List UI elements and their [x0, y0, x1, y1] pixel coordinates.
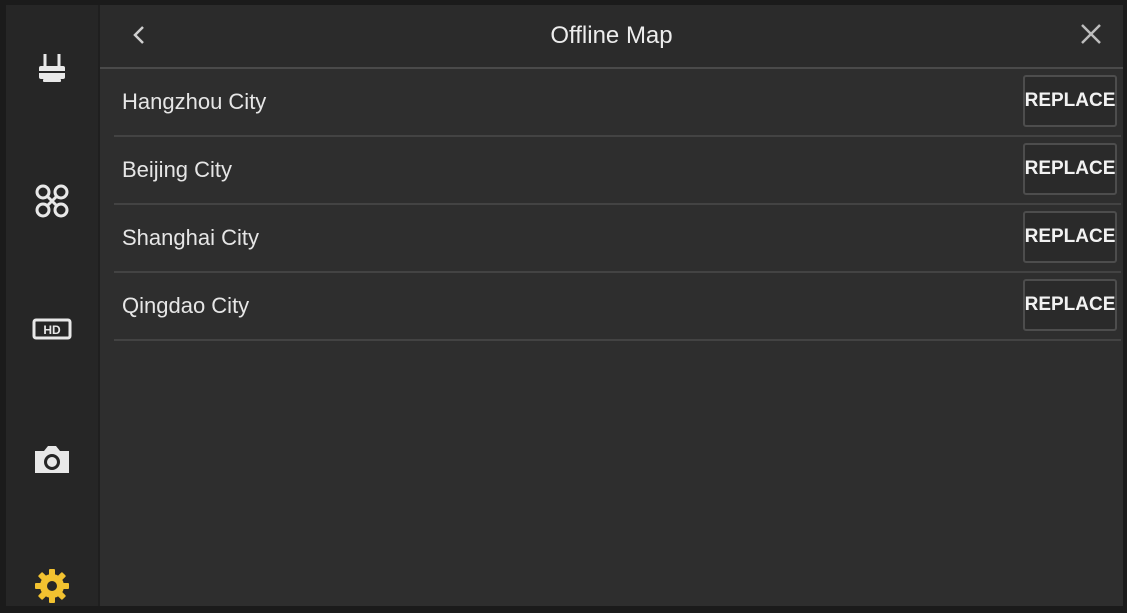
replace-button[interactable]: REPLACE	[1023, 143, 1117, 195]
list-item: Beijing City REPLACE	[114, 137, 1121, 205]
sidebar-item-aircraft[interactable]	[6, 171, 98, 231]
chevron-left-icon	[130, 24, 150, 51]
drone-icon	[32, 181, 72, 221]
list-item: Qingdao City REPLACE	[114, 273, 1121, 341]
map-name: Hangzhou City	[122, 89, 267, 114]
map-name: Beijing City	[122, 157, 233, 182]
sidebar-item-remote-controller[interactable]	[6, 39, 98, 99]
header-bar: Offline Map	[100, 5, 1123, 69]
page-title: Offline Map	[550, 22, 673, 49]
sidebar-item-camera[interactable]	[6, 429, 98, 489]
list-item: Shanghai City REPLACE	[114, 205, 1121, 273]
replace-button[interactable]: REPLACE	[1023, 211, 1117, 263]
close-button[interactable]	[1073, 18, 1109, 54]
sidebar-item-settings[interactable]	[6, 556, 98, 606]
back-button[interactable]	[122, 19, 158, 55]
list-item: Hangzhou City REPLACE	[114, 69, 1121, 137]
replace-button[interactable]: REPLACE	[1023, 279, 1117, 331]
main-panel: Offline Map Hangzhou City REPLACE Beijin…	[100, 5, 1123, 606]
map-name: Qingdao City	[122, 293, 250, 318]
replace-button[interactable]: REPLACE	[1023, 75, 1117, 127]
hd-video-icon: HD	[31, 315, 73, 343]
gear-icon	[32, 566, 72, 606]
camera-icon	[31, 441, 73, 477]
offline-map-list: Hangzhou City REPLACE Beijing City REPLA…	[114, 69, 1121, 341]
close-icon	[1079, 22, 1103, 51]
remote-controller-icon	[34, 51, 70, 87]
map-name: Shanghai City	[122, 225, 259, 250]
sidebar-item-hd-video[interactable]: HD	[6, 299, 98, 359]
app-frame: HD Offline Map Hangzhou City REPLACE Bei…	[6, 5, 1123, 606]
sidebar: HD	[6, 5, 100, 606]
svg-text:HD: HD	[43, 323, 61, 337]
